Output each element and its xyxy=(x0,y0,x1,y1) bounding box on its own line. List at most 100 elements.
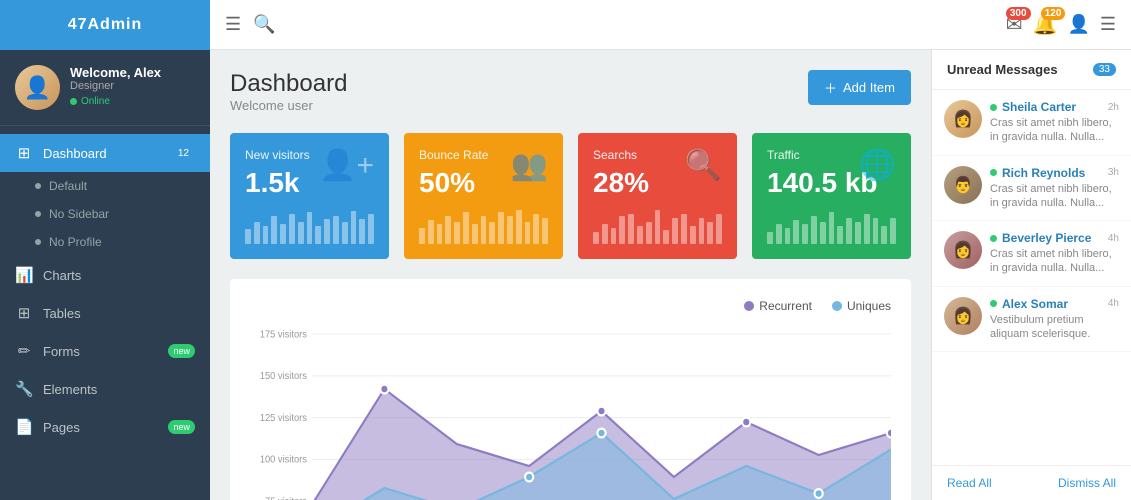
user-profile-button[interactable]: 👤 xyxy=(1067,14,1089,35)
visitors-chart xyxy=(245,209,374,244)
profile-name: Welcome, Alex xyxy=(70,65,161,80)
bell-notification-button[interactable]: 🔔 120 xyxy=(1033,12,1058,37)
message-item-3[interactable]: 👩 Beverley Pierce 4h Cras sit amet nibh … xyxy=(932,221,1131,287)
msg-content-4: Alex Somar 4h Vestibulum pretium aliquam… xyxy=(990,297,1119,342)
bell-badge: 120 xyxy=(1041,7,1066,20)
settings-menu-button[interactable]: ☰ xyxy=(1100,14,1116,35)
msg-content-3: Beverley Pierce 4h Cras sit amet nibh li… xyxy=(990,231,1119,276)
msg-time-3: 4h xyxy=(1108,233,1119,244)
sidebar-label-elements: Elements xyxy=(43,382,195,397)
msg-content-2: Rich Reynolds 3h Cras sit amet nibh libe… xyxy=(990,166,1119,211)
page-title: Dashboard xyxy=(230,70,347,98)
messages-title: Unread Messages xyxy=(947,62,1058,77)
sidebar-label-forms: Forms xyxy=(43,344,158,359)
dismiss-all-link[interactable]: Dismiss All xyxy=(1058,476,1116,490)
sidebar-label-no-profile: No Profile xyxy=(49,235,102,249)
sidebar-item-elements[interactable]: 🔧 Elements xyxy=(0,370,210,408)
traffic-icon: 🌐 xyxy=(859,148,896,183)
avatar: 👤 xyxy=(15,65,60,110)
profile-info: Welcome, Alex Designer Online xyxy=(70,65,161,110)
dot-icon xyxy=(35,183,41,189)
email-notification-button[interactable]: ✉ 300 xyxy=(1006,12,1023,37)
msg-text-1: Cras sit amet nibh libero, in gravida nu… xyxy=(990,116,1119,145)
sidebar-item-no-profile[interactable]: No Profile xyxy=(0,228,210,256)
svg-text:175 visitors: 175 visitors xyxy=(260,329,307,340)
dashboard-icon: ⊞ xyxy=(15,144,33,162)
brand-logo: 47Admin xyxy=(0,0,210,50)
msg-avatar-4: 👩 xyxy=(944,297,982,335)
search-icon: 🔍 xyxy=(685,148,722,183)
profile-role: Designer xyxy=(70,80,161,92)
sidebar-item-tables[interactable]: ⊞ Tables xyxy=(0,294,210,332)
traffic-chart xyxy=(767,209,896,244)
nav-right: ✉ 300 🔔 120 👤 ☰ xyxy=(1006,12,1116,37)
msg-text-2: Cras sit amet nibh libero, in gravida nu… xyxy=(990,182,1119,211)
svg-text:150 visitors: 150 visitors xyxy=(260,371,307,382)
msg-name-row-1: Sheila Carter 2h xyxy=(990,100,1119,114)
add-item-button[interactable]: ＋ Add Item xyxy=(808,70,911,105)
sidebar-label-default: Default xyxy=(49,179,87,193)
sidebar-item-forms[interactable]: ✏ Forms new xyxy=(0,332,210,370)
msg-avatar-1: 👩 xyxy=(944,100,982,138)
right-panel: Unread Messages 33 👩 Sheila Carter 2h Cr… xyxy=(931,50,1131,500)
forms-new-badge: new xyxy=(168,344,195,358)
msg-avatar-2: 👨 xyxy=(944,166,982,204)
msg-time-1: 2h xyxy=(1108,102,1119,113)
tables-icon: ⊞ xyxy=(15,304,33,322)
sidebar-item-dashboard[interactable]: ⊞ Dashboard 12 xyxy=(0,134,210,172)
message-item-2[interactable]: 👨 Rich Reynolds 3h Cras sit amet nibh li… xyxy=(932,156,1131,222)
top-navbar: 47Admin ☰ 🔍 ✉ 300 🔔 120 👤 ☰ xyxy=(0,0,1131,50)
sidebar: 👤 Welcome, Alex Designer Online ⊞ Dashbo… xyxy=(0,50,210,500)
legend-recurrent: Recurrent xyxy=(744,299,812,313)
charts-icon: 📊 xyxy=(15,266,33,284)
sidebar-item-charts[interactable]: 📊 Charts xyxy=(0,256,210,294)
svg-text:100 visitors: 100 visitors xyxy=(260,454,307,465)
search-chart xyxy=(593,209,722,244)
message-item-4[interactable]: 👩 Alex Somar 4h Vestibulum pretium aliqu… xyxy=(932,287,1131,353)
online-dot-1 xyxy=(990,104,997,111)
message-item-1[interactable]: 👩 Sheila Carter 2h Cras sit amet nibh li… xyxy=(932,90,1131,156)
forms-icon: ✏ xyxy=(15,342,33,360)
dashboard-badge: 12 xyxy=(172,147,195,160)
stat-cards-container: New visitors 1.5k 👤+ xyxy=(230,133,911,259)
online-status: Online xyxy=(70,96,110,107)
msg-avatar-3: 👩 xyxy=(944,231,982,269)
sidebar-item-pages[interactable]: 📄 Pages new xyxy=(0,408,210,446)
pages-new-badge: new xyxy=(168,420,195,434)
msg-time-2: 3h xyxy=(1108,167,1119,178)
stat-card-visitors: New visitors 1.5k 👤+ xyxy=(230,133,389,259)
online-dot-4 xyxy=(990,300,997,307)
plus-icon: ＋ xyxy=(824,78,837,97)
online-dot-3 xyxy=(990,235,997,242)
msg-time-4: 4h xyxy=(1108,298,1119,309)
sidebar-label-pages: Pages xyxy=(43,420,158,435)
nav-icons: ☰ 🔍 xyxy=(210,14,291,35)
page-header: Dashboard Welcome user ＋ Add Item xyxy=(230,70,911,113)
read-all-link[interactable]: Read All xyxy=(947,476,992,490)
uniques-dot xyxy=(832,301,842,311)
stat-card-traffic: Traffic 140.5 kb 🌐 xyxy=(752,133,911,259)
msg-name-2: Rich Reynolds xyxy=(1002,166,1085,180)
online-dot xyxy=(70,98,77,105)
sidebar-label-no-sidebar: No Sidebar xyxy=(49,207,109,221)
dot-icon-2 xyxy=(35,211,41,217)
sidebar-item-default[interactable]: Default xyxy=(0,172,210,200)
visitors-chart-svg: 175 visitors 150 visitors 125 visitors 1… xyxy=(250,323,891,500)
hamburger-button[interactable]: ☰ xyxy=(225,14,241,35)
legend-uniques: Uniques xyxy=(832,299,891,313)
main-content: Dashboard Welcome user ＋ Add Item New vi… xyxy=(210,50,931,500)
stat-card-bounce: Bounce Rate 50% 👥 xyxy=(404,133,563,259)
sidebar-label-dashboard: Dashboard xyxy=(43,146,162,161)
sidebar-item-no-sidebar[interactable]: No Sidebar xyxy=(0,200,210,228)
elements-icon: 🔧 xyxy=(15,380,33,398)
visitors-icon: 👤+ xyxy=(319,148,374,183)
svg-text:75 visitors: 75 visitors xyxy=(265,496,307,500)
messages-count-badge: 33 xyxy=(1093,63,1116,76)
msg-text-4: Vestibulum pretium aliquam scelerisque. xyxy=(990,313,1119,342)
search-button[interactable]: 🔍 xyxy=(253,14,275,35)
recurrent-dot xyxy=(744,301,754,311)
msg-text-3: Cras sit amet nibh libero, in gravida nu… xyxy=(990,247,1119,276)
sidebar-label-charts: Charts xyxy=(43,268,195,283)
bounce-icon: 👥 xyxy=(511,148,548,183)
online-dot-2 xyxy=(990,169,997,176)
